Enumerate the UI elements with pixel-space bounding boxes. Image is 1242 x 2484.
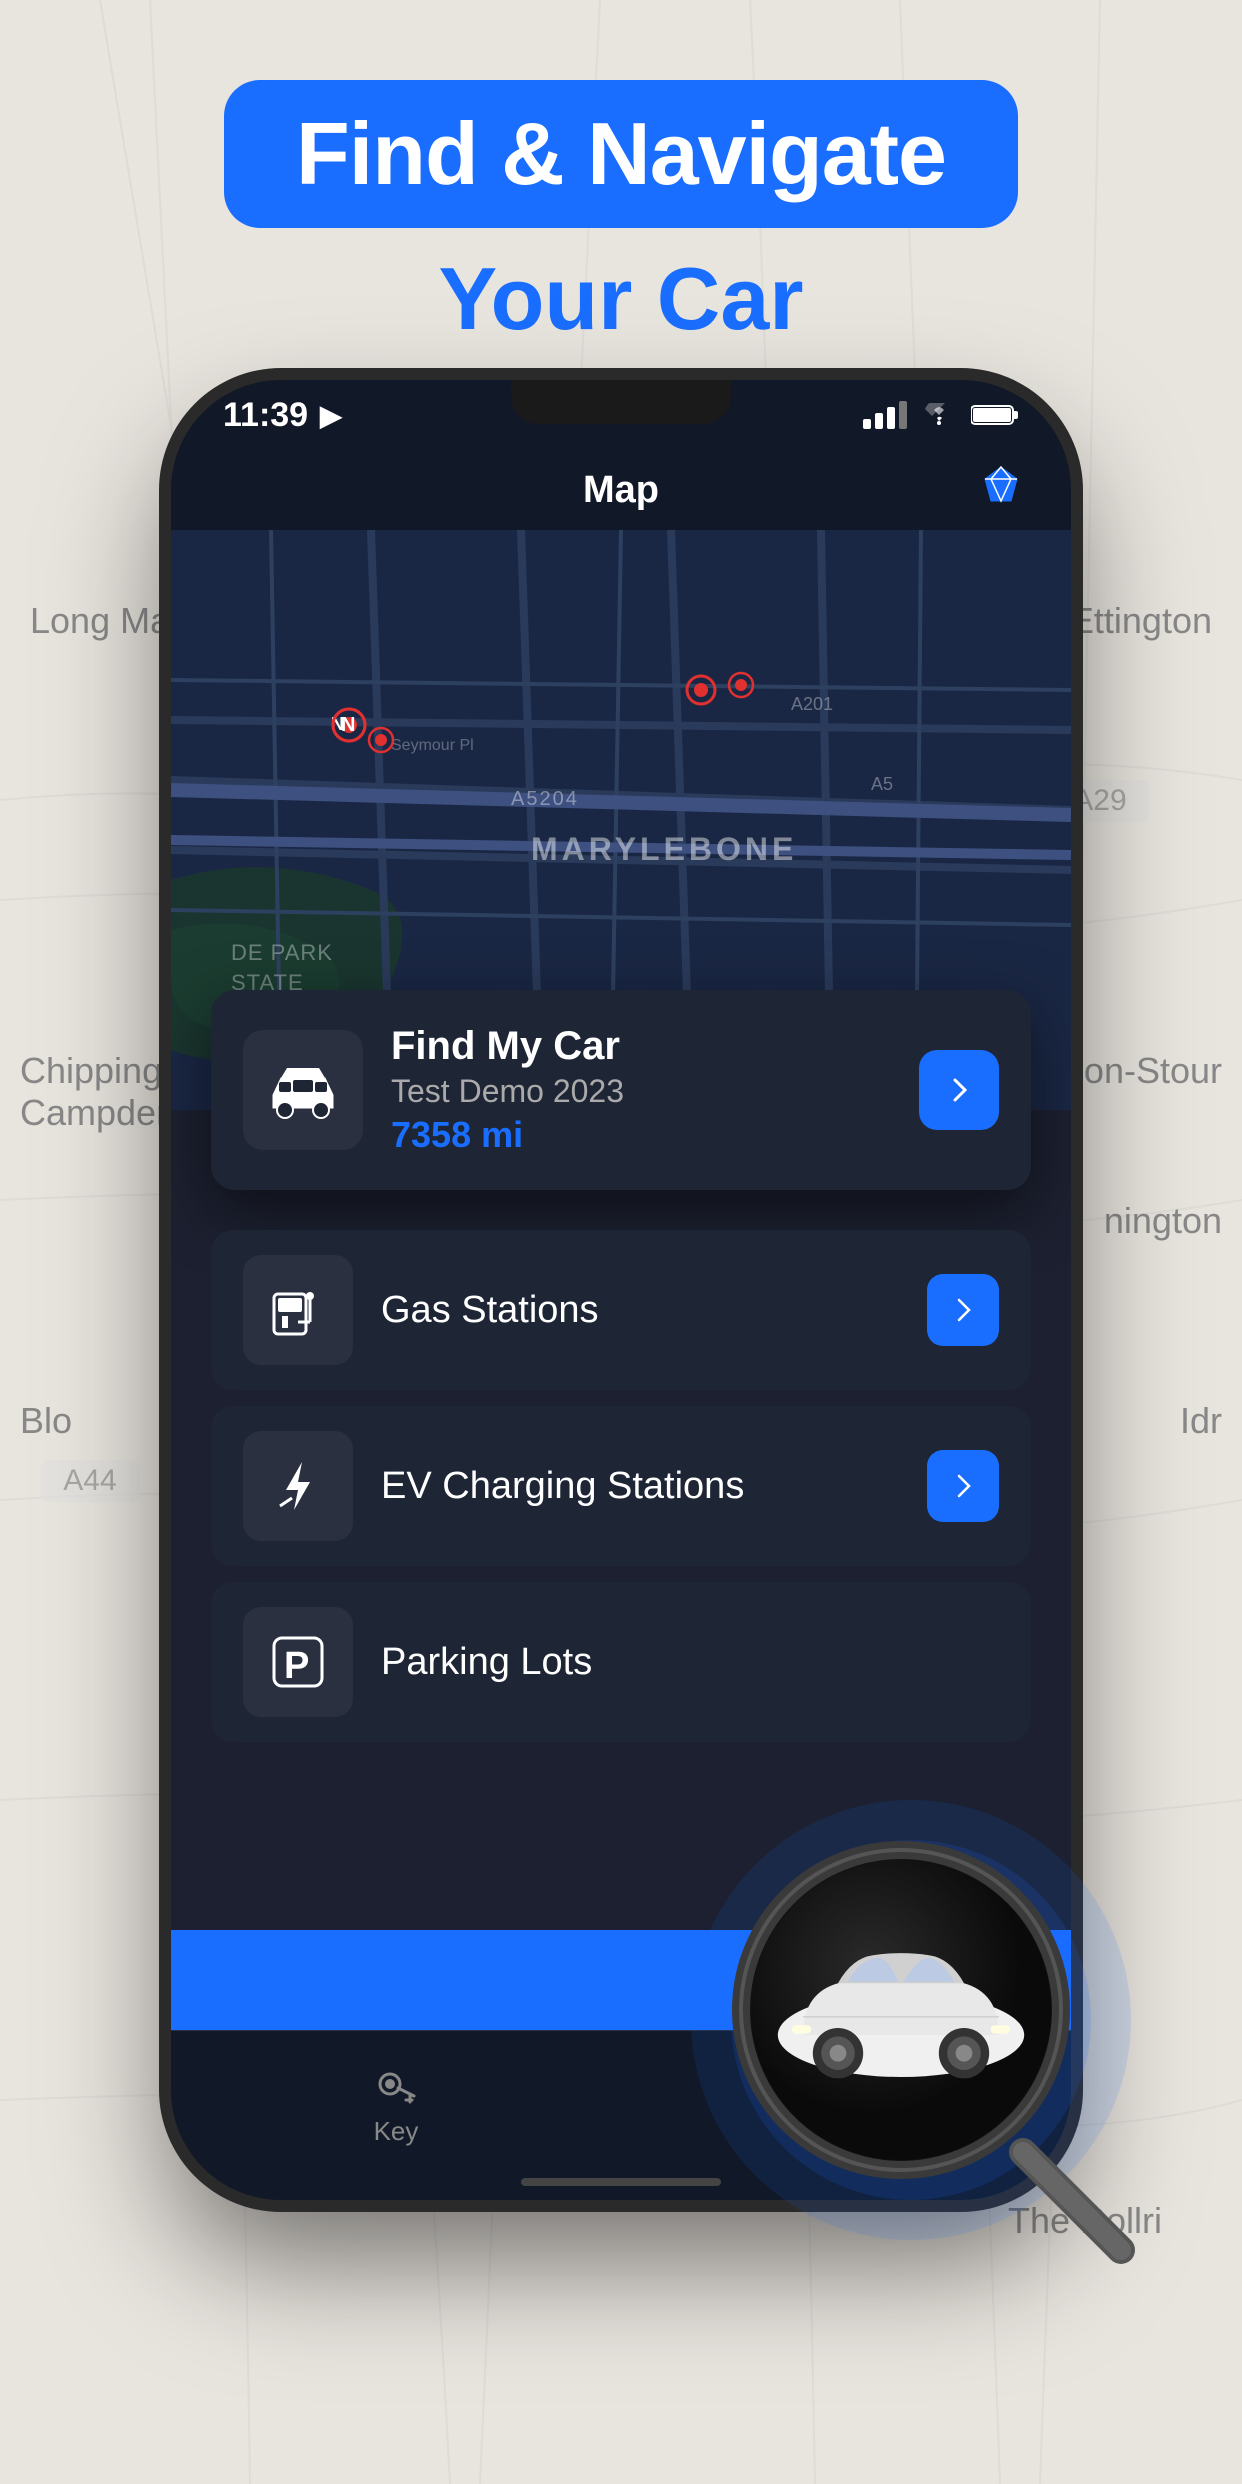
nav-header: Map xyxy=(171,450,1071,530)
ev-charging-arrow[interactable] xyxy=(927,1450,999,1522)
bg-label-ettington: Ettington xyxy=(1070,600,1212,642)
svg-text:A5: A5 xyxy=(871,774,893,794)
menu-section: Gas Stations xyxy=(211,1230,1031,1742)
phone-mockup: 11:39 ▶ xyxy=(171,380,1071,2200)
find-car-title: Find My Car xyxy=(391,1024,891,1069)
car-icon-box xyxy=(243,1030,363,1150)
phone-notch xyxy=(511,380,731,424)
bg-label-longma: Long Ma xyxy=(30,600,170,642)
tab-key-label: Key xyxy=(374,2116,419,2147)
find-car-demo: Test Demo 2023 xyxy=(391,1073,891,1110)
bg-label-idr: Idr xyxy=(1180,1400,1222,1442)
parking-lots-label: Parking Lots xyxy=(381,1641,999,1684)
status-time: 11:39 ▶ xyxy=(223,396,342,435)
svg-text:A5204: A5204 xyxy=(511,788,579,810)
bg-label-nington: nington xyxy=(1104,1200,1222,1242)
header-title-line2: Your Car xyxy=(438,248,803,350)
svg-text:A201: A201 xyxy=(791,694,833,714)
find-car-arrow-button[interactable] xyxy=(919,1050,999,1130)
svg-text:P: P xyxy=(284,1645,309,1687)
parking-lots-item[interactable]: P Parking Lots xyxy=(211,1582,1031,1742)
gas-stations-label: Gas Stations xyxy=(381,1289,899,1332)
status-icons xyxy=(863,401,1019,429)
svg-text:A29: A29 xyxy=(1073,784,1126,817)
title-badge: Find & Navigate xyxy=(224,80,1018,228)
ev-charging-item[interactable]: EV Charging Stations xyxy=(211,1406,1031,1566)
signal-icon xyxy=(863,401,907,429)
battery-icon xyxy=(971,403,1019,427)
bg-label-blo: Blo xyxy=(20,1400,72,1442)
header-title-line1: Find & Navigate xyxy=(296,108,946,200)
gas-stations-arrow[interactable] xyxy=(927,1274,999,1346)
svg-text:DE PARK: DE PARK xyxy=(231,940,333,965)
location-icon: ▶ xyxy=(320,399,342,432)
find-my-car-card[interactable]: Find My Car Test Demo 2023 7358 mi xyxy=(211,990,1031,1190)
ev-icon-box xyxy=(243,1431,353,1541)
svg-text:MARYLEBONE: MARYLEBONE xyxy=(531,831,797,867)
ev-charging-label: EV Charging Stations xyxy=(381,1465,899,1508)
svg-text:A44: A44 xyxy=(63,1464,116,1497)
magnifier-decoration xyxy=(631,1760,1151,2280)
find-car-info: Find My Car Test Demo 2023 7358 mi xyxy=(391,1024,891,1156)
tab-key[interactable]: Key xyxy=(171,2064,621,2167)
bg-label-chipping: ChippingCampden xyxy=(20,1050,176,1134)
nav-title: Map xyxy=(583,469,659,512)
find-car-miles: 7358 mi xyxy=(391,1114,891,1156)
parking-icon-box: P xyxy=(243,1607,353,1717)
svg-text:N: N xyxy=(341,714,355,736)
gas-icon-box xyxy=(243,1255,353,1365)
key-icon xyxy=(374,2064,418,2108)
header: Find & Navigate Your Car xyxy=(0,80,1242,350)
wifi-icon xyxy=(923,403,955,427)
premium-icon[interactable] xyxy=(979,463,1023,518)
svg-text:Seymour Pl: Seymour Pl xyxy=(391,737,474,754)
gas-stations-item[interactable]: Gas Stations xyxy=(211,1230,1031,1390)
